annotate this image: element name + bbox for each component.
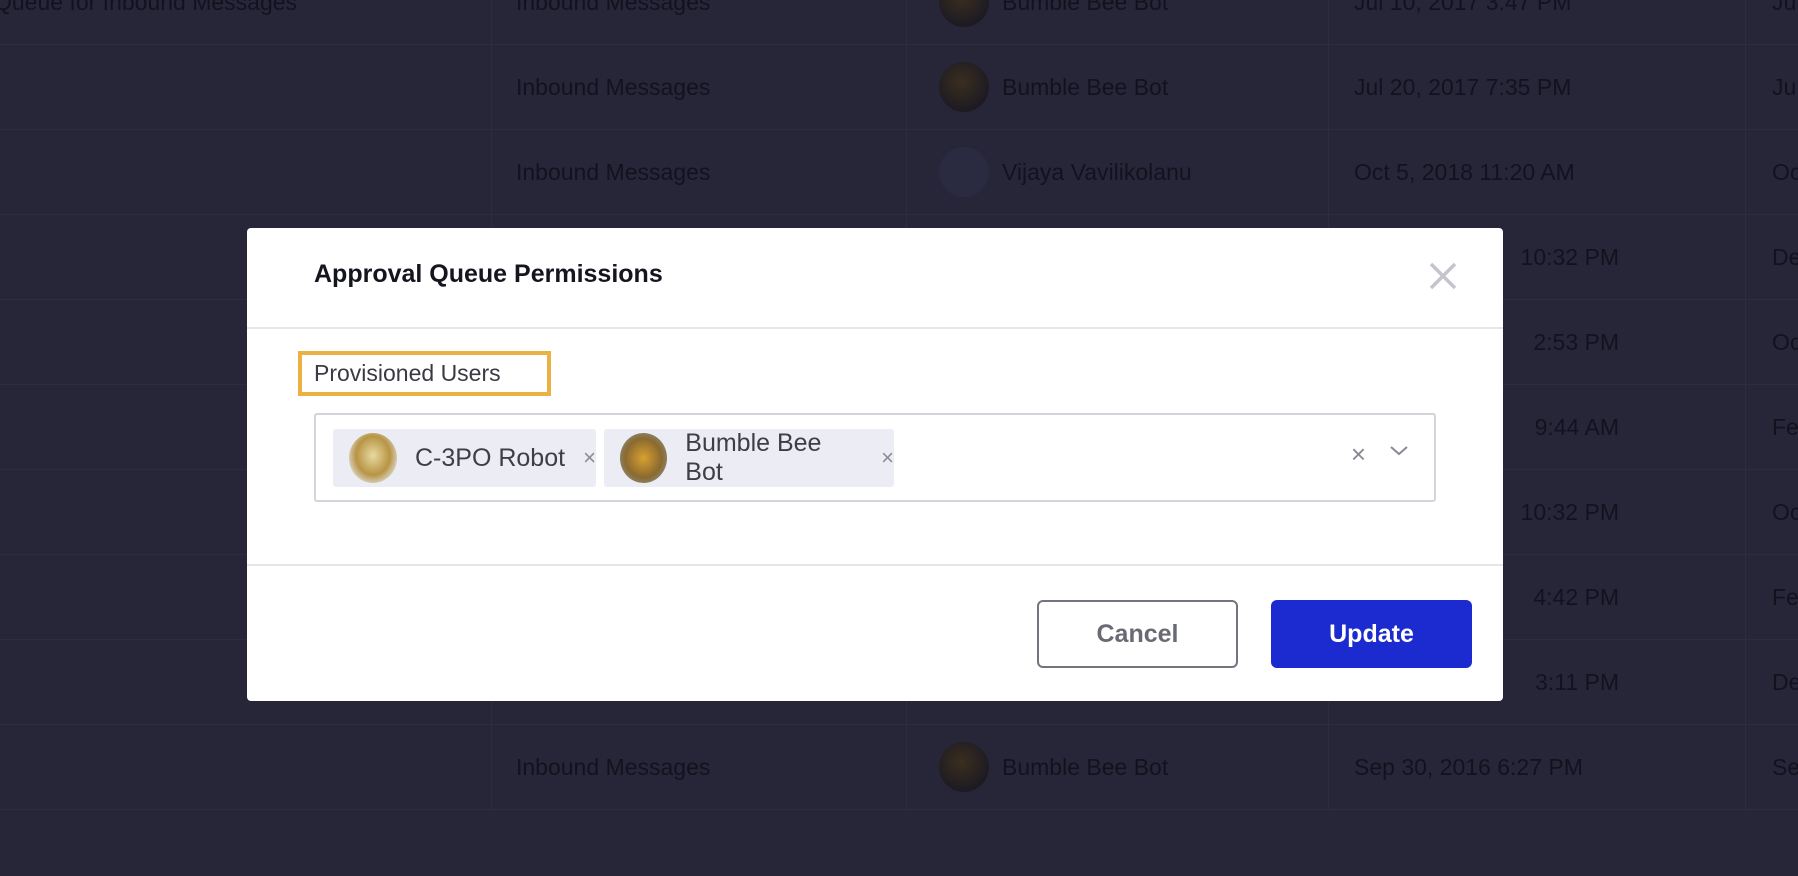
approval-queue-permissions-dialog: Approval Queue Permissions Provisioned U… <box>247 228 1503 701</box>
table-row[interactable]: Inbound Messages Vijaya Vavilikolanu Oct 5… <box>0 130 1798 215</box>
modified-date-cell: Fe <box>1745 555 1798 639</box>
user-chip: C-3PO Robot × <box>333 429 596 487</box>
user-chip-name: Bumble Bee Bot <box>685 429 822 486</box>
table-row[interactable]: Inbound Messages Bumble Bee Bot Sep 30, 20… <box>0 725 1798 810</box>
queue-type-cell: Inbound Messages <box>491 0 906 44</box>
owner-name: Bumble Bee Bot <box>1002 73 1169 100</box>
modified-date-cell: Oc <box>1745 470 1798 554</box>
modified-date-cell: Ju <box>1745 0 1798 44</box>
owner-name: Vijaya Vavilikolanu <box>1002 158 1192 185</box>
owner-cell: Bumble Bee Bot <box>906 0 1328 44</box>
provisioned-users-label: Provisioned Users <box>298 351 551 396</box>
modified-date-cell: Oc <box>1745 130 1798 214</box>
queue-name-cell <box>0 725 491 809</box>
queue-name-cell <box>0 130 491 214</box>
queue-type-cell: Inbound Messages <box>491 130 906 214</box>
owner-cell: Vijaya Vavilikolanu <box>906 130 1328 214</box>
avatar <box>939 62 989 112</box>
remove-user-icon[interactable]: × <box>583 445 596 471</box>
modified-date-cell: Oc <box>1745 300 1798 384</box>
modified-date-cell: De <box>1745 215 1798 299</box>
created-date-cell: Sep 30, 2016 6:27 PM <box>1328 725 1745 809</box>
dialog-header: Approval Queue Permissions <box>247 228 1503 329</box>
user-chip: Bumble Bee Bot × <box>604 429 894 487</box>
chevron-down-icon[interactable] <box>1386 441 1412 461</box>
modified-date-cell: Ju <box>1745 45 1798 129</box>
avatar <box>349 433 397 483</box>
owner-name: Bumble Bee Bot <box>1002 753 1169 780</box>
table-row[interactable]: Queue for Inbound Messages Inbound Messag… <box>0 0 1798 45</box>
avatar <box>939 147 989 197</box>
avatar <box>939 742 989 792</box>
close-icon[interactable] <box>1425 258 1461 294</box>
cancel-button[interactable]: Cancel <box>1037 600 1238 668</box>
created-date-cell: Oct 5, 2018 11:20 AM <box>1328 130 1745 214</box>
provisioned-users-select[interactable]: C-3PO Robot × Bumble Bee Bot × × <box>314 413 1436 502</box>
avatar <box>939 0 989 27</box>
owner-cell: Bumble Bee Bot <box>906 45 1328 129</box>
dialog-title: Approval Queue Permissions <box>314 260 663 288</box>
remove-user-icon[interactable]: × <box>881 445 894 471</box>
modified-date-cell: Fe <box>1745 385 1798 469</box>
queue-type-cell: Inbound Messages <box>491 45 906 129</box>
created-date-cell: Jul 10, 2017 3:47 PM <box>1328 0 1745 44</box>
owner-cell: Bumble Bee Bot <box>906 725 1328 809</box>
table-row[interactable]: Inbound Messages Bumble Bee Bot Jul 20, 20… <box>0 45 1798 130</box>
created-date-cell: Jul 20, 2017 7:35 PM <box>1328 45 1745 129</box>
dialog-footer: Cancel Update <box>247 564 1503 668</box>
update-button[interactable]: Update <box>1271 600 1472 668</box>
modified-date-cell: Se <box>1745 725 1798 809</box>
queue-type-cell: Inbound Messages <box>491 725 906 809</box>
owner-name: Bumble Bee Bot <box>1002 0 1169 15</box>
queue-name-cell <box>0 45 491 129</box>
modified-date-cell: De <box>1745 640 1798 724</box>
avatar <box>620 433 668 483</box>
queue-name-cell: Queue for Inbound Messages <box>0 0 298 15</box>
user-chip-name: C-3PO Robot <box>415 443 566 472</box>
clear-selection-icon[interactable]: × <box>1351 439 1366 470</box>
